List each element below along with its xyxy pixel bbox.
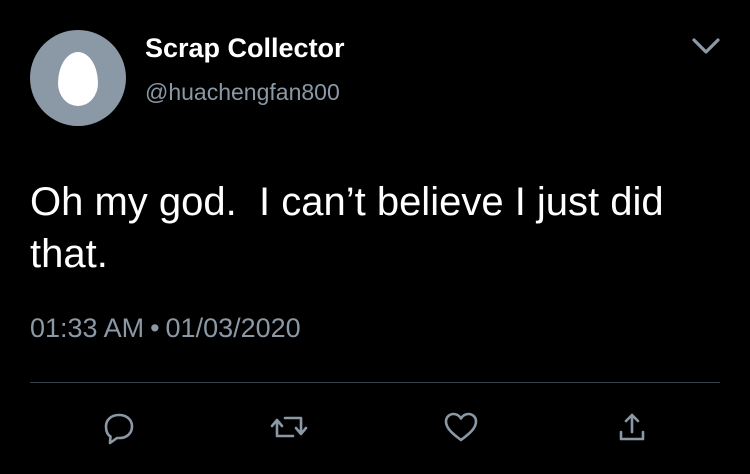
share-icon xyxy=(619,413,645,441)
tweet-menu-button[interactable] xyxy=(688,30,724,60)
tweet-text: Oh my god. I can’t believe I just did th… xyxy=(30,180,675,276)
reply-button[interactable] xyxy=(99,407,139,447)
chevron-down-icon xyxy=(692,38,720,54)
avatar[interactable] xyxy=(30,30,126,126)
timestamp-separator: • xyxy=(150,313,160,343)
retweet-icon xyxy=(270,416,308,438)
divider xyxy=(30,382,720,383)
default-egg-avatar-icon xyxy=(58,52,98,106)
heart-icon xyxy=(444,412,478,442)
retweet-button[interactable] xyxy=(269,407,309,447)
reply-icon xyxy=(104,413,134,445)
tweet-timestamp[interactable]: 01:33 AM • 01/03/2020 xyxy=(30,313,301,344)
tweet-time: 01:33 AM xyxy=(30,313,145,343)
author-handle[interactable]: @huachengfan800 xyxy=(145,79,340,106)
tweet-date: 01/03/2020 xyxy=(165,313,301,343)
like-button[interactable] xyxy=(441,407,481,447)
author-display-name[interactable]: Scrap Collector xyxy=(145,33,345,64)
tweet-card: Scrap Collector @huachengfan800 Oh my go… xyxy=(0,0,750,474)
share-button[interactable] xyxy=(612,407,652,447)
